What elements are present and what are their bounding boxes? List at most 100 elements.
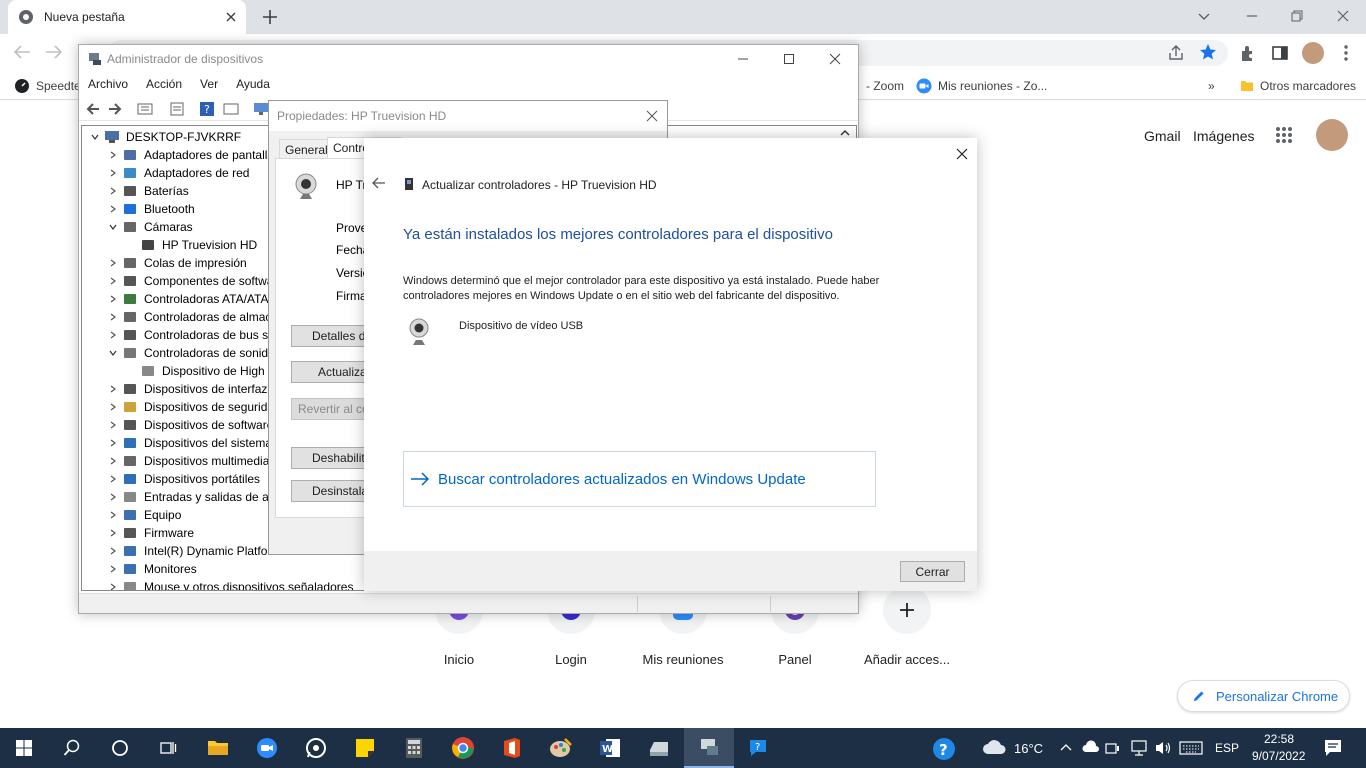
tree-root[interactable]: DESKTOP-FJVKRRF	[86, 128, 241, 146]
toolbar-scan-icon	[223, 103, 239, 115]
new-tab-button[interactable]	[260, 7, 280, 27]
tree-category[interactable]: Componentes de software	[104, 272, 284, 290]
taskbar-whatsapp[interactable]	[292, 728, 340, 768]
tree-category[interactable]: Adaptadores de pantalla	[104, 146, 274, 164]
tree-category[interactable]: Dispositivos portátiles	[104, 470, 260, 488]
menu-archivo[interactable]: Archivo	[79, 77, 137, 91]
devmgr-maximize-button[interactable]	[766, 45, 812, 73]
word-icon: W	[600, 739, 620, 757]
search-windows-update-link[interactable]: Buscar controladores actualizados en Win…	[403, 451, 876, 507]
onedrive-icon[interactable]	[1082, 740, 1100, 754]
network-icon[interactable]	[1130, 739, 1148, 757]
notifications-icon[interactable]	[1324, 739, 1342, 757]
volume-icon[interactable]	[1154, 740, 1172, 756]
tree-category[interactable]: Dispositivos del sistema	[104, 434, 272, 452]
taskbar-office[interactable]	[488, 728, 536, 768]
shortcut-add[interactable]: Añadir acces...	[851, 586, 963, 667]
devmgr-minimize-button[interactable]	[720, 45, 766, 73]
restore-icon[interactable]	[1289, 8, 1305, 24]
file-explorer-icon	[208, 741, 228, 755]
tree-category[interactable]: Equipo	[104, 506, 181, 524]
taskbar-scanner[interactable]	[635, 728, 683, 768]
tree-category[interactable]: Monitores	[104, 560, 197, 578]
close-tab-icon[interactable]	[226, 12, 236, 22]
tab-nueva-pestana[interactable]: Nueva pestaña	[8, 0, 246, 34]
tree-category[interactable]: Dispositivos de seguridad	[104, 398, 281, 416]
taskbar-sticky-notes[interactable]	[341, 728, 389, 768]
back-icon[interactable]	[12, 43, 32, 61]
bookmark-mis-reuniones[interactable]: Mis reuniones - Zo...	[916, 72, 1047, 100]
taskbar-calculator[interactable]	[390, 728, 438, 768]
tree-category[interactable]: Cámaras	[104, 218, 193, 236]
tab-search-icon[interactable]	[1196, 8, 1212, 24]
temperature[interactable]: 16°C	[1014, 741, 1043, 756]
taskbar-chrome[interactable]	[439, 728, 487, 768]
tree-category[interactable]: Colas de impresión	[104, 254, 247, 272]
forward-icon[interactable]	[44, 43, 64, 61]
bookmark-star-icon[interactable]	[1199, 43, 1217, 61]
tray-overflow-icon[interactable]	[1060, 742, 1072, 754]
bookmark-zoom[interactable]: - Zoom	[866, 72, 904, 100]
clock-time[interactable]: 22:58	[1264, 732, 1294, 746]
tab-general[interactable]: General	[279, 139, 334, 159]
cortana-button[interactable]	[96, 728, 144, 768]
wizard-back-icon[interactable]	[372, 177, 386, 189]
customize-chrome-button[interactable]: Personalizar Chrome	[1177, 680, 1350, 712]
start-button[interactable]	[0, 728, 48, 768]
tree-category[interactable]: Mouse y otros dispositivos señaladores	[104, 578, 353, 590]
battery-power-icon[interactable]	[1105, 740, 1121, 756]
devmgr-close-button[interactable]	[812, 45, 858, 73]
taskbar-paint[interactable]	[537, 728, 585, 768]
task-view-button[interactable]	[144, 728, 192, 768]
paint-icon	[550, 738, 572, 757]
gmail-link[interactable]: Gmail	[1144, 128, 1181, 144]
share-icon[interactable]	[1167, 44, 1185, 62]
taskbar-device-manager[interactable]	[684, 728, 734, 768]
side-panel-icon[interactable]	[1271, 44, 1289, 62]
weather-icon[interactable]	[982, 739, 1006, 755]
bookmark-otros-marcadores[interactable]: Otros marcadores	[1240, 72, 1356, 100]
close-button[interactable]: Cerrar	[900, 561, 965, 582]
tree-category[interactable]: Dispositivos multimedia	[104, 452, 269, 470]
office-icon	[504, 738, 520, 758]
taskbar-search-button[interactable]	[48, 728, 96, 768]
tree-category[interactable]: Baterías	[104, 182, 189, 200]
tree-category[interactable]: Adaptadores de red	[104, 164, 249, 182]
device-category-icon	[124, 528, 136, 538]
taskbar-get-help[interactable]: ?	[734, 728, 782, 768]
chevron-right-icon	[110, 385, 116, 393]
google-account-avatar[interactable]	[1316, 119, 1348, 151]
chrome-menu-icon[interactable]	[1342, 44, 1350, 62]
bookmarks-overflow[interactable]: »	[1208, 72, 1215, 100]
close-window-icon[interactable]	[1335, 8, 1351, 24]
input-language[interactable]: ESP	[1215, 741, 1239, 755]
tree-category[interactable]: Bluetooth	[104, 200, 195, 218]
extensions-icon[interactable]	[1239, 44, 1257, 62]
chevron-right-icon	[110, 457, 116, 465]
help-tray-icon[interactable]: ?	[932, 737, 956, 761]
menu-ayuda[interactable]: Ayuda	[227, 77, 279, 91]
menu-ver[interactable]: Ver	[191, 77, 227, 91]
google-apps-icon[interactable]	[1275, 126, 1293, 144]
taskbar-zoom[interactable]	[243, 728, 291, 768]
tree-category[interactable]: Firmware	[104, 524, 194, 542]
profile-avatar[interactable]	[1302, 42, 1324, 64]
taskbar-file-explorer[interactable]	[194, 728, 242, 768]
device-category-icon	[124, 204, 136, 214]
toolbar-help-icon: ?	[200, 102, 214, 116]
properties-close-icon[interactable]	[646, 110, 658, 122]
zoom-icon	[916, 78, 932, 94]
images-link[interactable]: Imágenes	[1193, 128, 1254, 144]
taskbar-word[interactable]: W	[586, 728, 634, 768]
device-category-icon	[124, 456, 136, 466]
bookmark-speedtest[interactable]: Speedte	[14, 72, 81, 100]
properties-titlebar[interactable]: Propiedades: HP Truevision HD	[269, 101, 667, 131]
tree-child-item[interactable]: HP Truevision HD	[122, 236, 257, 254]
minimize-icon[interactable]	[1244, 8, 1260, 24]
tree-category[interactable]: Entradas y salidas de audio	[104, 488, 291, 506]
tree-category[interactable]: Dispositivos de software	[104, 416, 273, 434]
keyboard-icon[interactable]	[1179, 741, 1203, 755]
wizard-close-icon[interactable]	[956, 148, 968, 160]
menu-accion[interactable]: Acción	[137, 77, 191, 91]
clock-date[interactable]: 9/07/2022	[1252, 749, 1305, 763]
